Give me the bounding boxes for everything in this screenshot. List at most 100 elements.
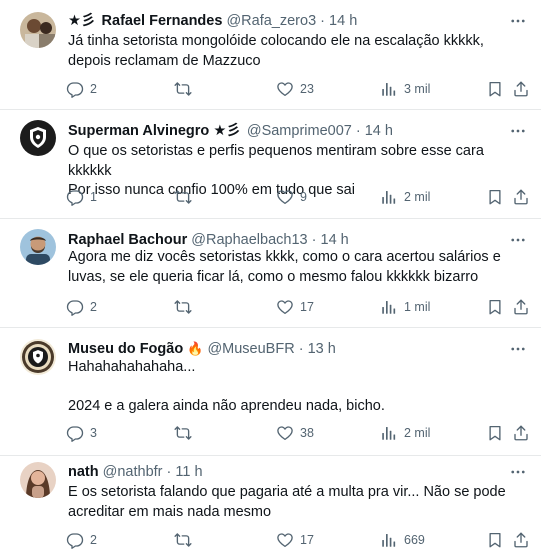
bookmark-icon: [486, 298, 504, 316]
views-button[interactable]: 1 mil: [380, 297, 430, 317]
tweet[interactable]: Raphael Bachour @Raphaelbach13 · 14 h Ag…: [0, 219, 541, 328]
user-handle[interactable]: @Rafa_zero3: [226, 13, 316, 29]
heart-icon: [276, 298, 294, 316]
retweet-icon: [174, 298, 192, 316]
badge: ★彡: [68, 13, 96, 29]
reply-icon: [66, 80, 84, 98]
views-button[interactable]: 2 mil: [380, 187, 430, 207]
share-button[interactable]: [512, 423, 530, 443]
share-button[interactable]: [512, 187, 530, 207]
view-count: 2 mil: [404, 190, 431, 204]
tweet[interactable]: ★彡 Rafael Fernandes @Rafa_zero3 · 14 h J…: [0, 0, 541, 110]
reply-button[interactable]: 1: [66, 187, 97, 207]
avatar[interactable]: [20, 339, 56, 375]
view-count: 2 mil: [404, 426, 431, 440]
heart-icon: [276, 188, 294, 206]
more-icon[interactable]: [509, 122, 527, 140]
share-icon: [512, 531, 530, 549]
like-count: 17: [300, 533, 314, 547]
avatar[interactable]: [20, 120, 56, 156]
views-button[interactable]: 669: [380, 530, 425, 550]
retweet-button[interactable]: [174, 297, 192, 317]
timestamp[interactable]: 11 h: [175, 464, 202, 480]
user-handle[interactable]: @MuseuBFR: [207, 341, 294, 357]
share-button[interactable]: [512, 79, 530, 99]
heart-icon: [276, 531, 294, 549]
retweet-button[interactable]: [174, 79, 192, 99]
tweet-text: E os setorista falando que pagaria até a…: [68, 484, 506, 520]
tweet-header: Museu do Fogão 🔥 @MuseuBFR · 13 h: [68, 339, 497, 359]
timestamp[interactable]: 14 h: [365, 123, 393, 139]
like-count: 9: [300, 190, 307, 204]
like-button[interactable]: 9: [276, 187, 307, 207]
reply-button[interactable]: 2: [66, 79, 97, 99]
retweet-icon: [174, 531, 192, 549]
like-button[interactable]: 23: [276, 79, 314, 99]
timestamp[interactable]: 13 h: [308, 341, 336, 357]
more-icon[interactable]: [509, 340, 527, 358]
retweet-icon: [174, 188, 192, 206]
views-button[interactable]: 3 mil: [380, 79, 430, 99]
separator: ·: [311, 232, 317, 248]
user-handle[interactable]: @Raphaelbach13: [191, 232, 307, 248]
avatar[interactable]: [20, 462, 56, 498]
avatar[interactable]: [20, 12, 56, 48]
bookmark-icon: [486, 188, 504, 206]
bookmark-button[interactable]: [486, 297, 504, 317]
reply-button[interactable]: 3: [66, 423, 97, 443]
bookmark-button[interactable]: [486, 423, 504, 443]
display-name[interactable]: Rafael Fernandes: [102, 13, 223, 29]
separator: ·: [355, 123, 361, 139]
action-bar: 2 17 669: [66, 530, 529, 550]
share-button[interactable]: [512, 297, 530, 317]
share-icon: [512, 298, 530, 316]
retweet-button[interactable]: [174, 530, 192, 550]
display-name[interactable]: Superman Alvinegro: [68, 123, 209, 139]
tweet[interactable]: Superman Alvinegro ★彡 @Samprime007 · 14 …: [0, 110, 541, 219]
share-icon: [512, 80, 530, 98]
reply-button[interactable]: 2: [66, 297, 97, 317]
views-button[interactable]: 2 mil: [380, 423, 430, 443]
bookmark-icon: [486, 531, 504, 549]
views-icon: [380, 298, 398, 316]
more-icon[interactable]: [509, 463, 527, 481]
user-handle[interactable]: @Samprime007: [247, 123, 352, 139]
more-icon[interactable]: [509, 231, 527, 249]
more-icon[interactable]: [509, 12, 527, 30]
reply-icon: [66, 424, 84, 442]
timestamp[interactable]: 14 h: [321, 232, 349, 248]
display-name[interactable]: Raphael Bachour: [68, 232, 187, 248]
bookmark-button[interactable]: [486, 79, 504, 99]
separator: ·: [320, 13, 326, 29]
reply-count: 2: [90, 300, 97, 314]
bookmark-icon: [486, 80, 504, 98]
reply-count: 3: [90, 426, 97, 440]
user-handle[interactable]: @nathbfr: [103, 464, 163, 480]
tweet-header: ★彡 Rafael Fernandes @Rafa_zero3 · 14 h: [68, 11, 497, 31]
like-button[interactable]: 17: [276, 530, 314, 550]
display-name[interactable]: Museu do Fogão: [68, 341, 183, 357]
bookmark-button[interactable]: [486, 187, 504, 207]
retweet-button[interactable]: [174, 423, 192, 443]
like-button[interactable]: 38: [276, 423, 314, 443]
retweet-icon: [174, 424, 192, 442]
action-bar: 2 17 1 mil: [66, 297, 529, 317]
like-button[interactable]: 17: [276, 297, 314, 317]
display-name[interactable]: nath: [68, 464, 99, 480]
reply-count: 2: [90, 82, 97, 96]
tweet[interactable]: Museu do Fogão 🔥 @MuseuBFR · 13 h Hahaha…: [0, 328, 541, 456]
views-icon: [380, 531, 398, 549]
tweet-header: Superman Alvinegro ★彡 @Samprime007 · 14 …: [68, 121, 497, 141]
retweet-icon: [174, 80, 192, 98]
tweet-header: nath @nathbfr · 11 h: [68, 462, 497, 482]
retweet-button[interactable]: [174, 187, 192, 207]
timestamp[interactable]: 14 h: [329, 13, 357, 29]
share-button[interactable]: [512, 530, 530, 550]
tweet-header: Raphael Bachour @Raphaelbach13 · 14 h: [68, 230, 497, 250]
view-count: 3 mil: [404, 82, 431, 96]
fire-icon: 🔥: [187, 341, 204, 356]
avatar[interactable]: [20, 229, 56, 265]
bookmark-button[interactable]: [486, 530, 504, 550]
tweet[interactable]: nath @nathbfr · 11 h E os setorista fala…: [0, 456, 541, 551]
reply-button[interactable]: 2: [66, 530, 97, 550]
